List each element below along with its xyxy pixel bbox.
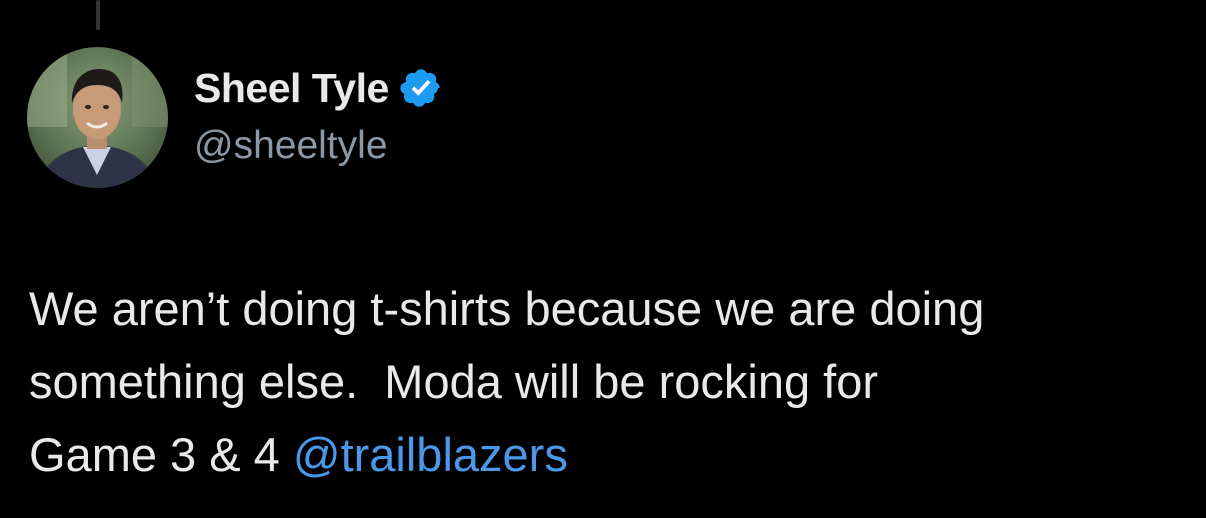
avatar-photo xyxy=(27,47,168,188)
tweet-line-2: something else. Moda will be rocking for xyxy=(29,355,879,408)
avatar[interactable] xyxy=(27,47,168,188)
author-display-name[interactable]: Sheel Tyle xyxy=(194,65,389,112)
author-identity: Sheel Tyle @sheeltyle xyxy=(194,62,443,168)
tweet-line-3: Game 3 & 4 @trailblazers xyxy=(29,418,1189,491)
tweet-text: We aren’t doing t-shirts because we are … xyxy=(29,272,1189,491)
mention-link[interactable]: @trailblazers xyxy=(293,428,568,481)
tweet-line-1: We aren’t doing t-shirts because we are … xyxy=(29,282,985,335)
verified-badge-icon xyxy=(399,66,443,110)
thread-connector-line xyxy=(96,0,100,30)
author-handle[interactable]: @sheeltyle xyxy=(194,124,443,168)
tweet-line-3-text: Game 3 & 4 xyxy=(29,428,293,481)
name-row: Sheel Tyle xyxy=(194,62,443,114)
